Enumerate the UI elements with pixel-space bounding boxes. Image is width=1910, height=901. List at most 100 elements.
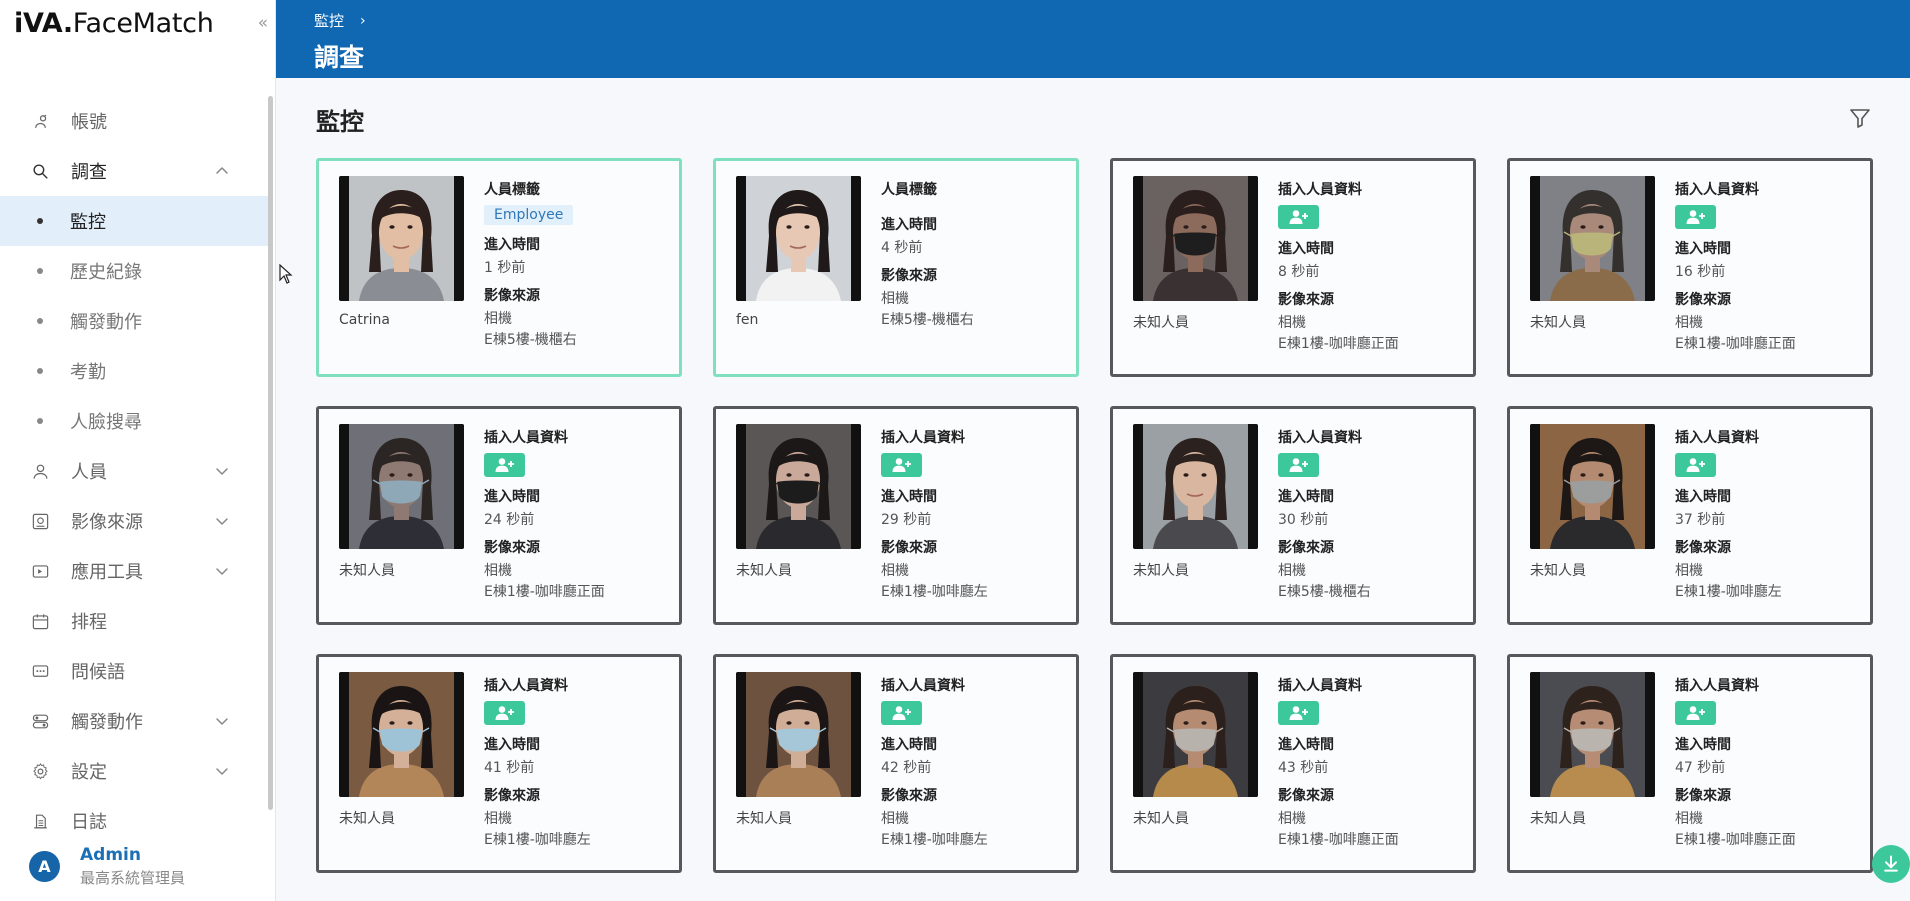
face-photo[interactable] [1133,424,1258,549]
sidebar-item-3[interactable]: 影像來源 [0,496,268,546]
monitor-card[interactable]: 未知人員 插入人員資料 進入時間 8 秒前 影像來源 相機 E棟1樓-咖啡廳正面 [1110,158,1476,377]
sidebar-subitem-1[interactable]: 歷史紀錄 [0,246,268,296]
chevron-down-icon [214,563,230,579]
sidebar-subitem-3[interactable]: 考勤 [0,346,268,396]
face-photo-image [1133,672,1258,797]
face-photo-image [339,424,464,549]
add-person-button[interactable] [881,701,922,725]
face-photo-image [1530,176,1655,301]
download-button[interactable] [1872,845,1910,883]
sidebar-item-2[interactable]: 人員 [0,446,268,496]
face-photo[interactable] [1133,672,1258,797]
sidebar-item-label: 影像來源 [71,512,143,533]
add-person-button[interactable] [1278,453,1319,477]
source-location-value: E棟1樓-咖啡廳正面 [484,584,605,600]
entry-time-value: 37 秒前 [1675,512,1726,528]
entry-time-label: 進入時間 [1675,737,1731,753]
monitor-card[interactable]: 未知人員 插入人員資料 進入時間 30 秒前 影像來源 相機 E棟5樓-機櫃右 [1110,406,1476,625]
face-photo[interactable] [736,672,861,797]
face-photo[interactable] [339,424,464,549]
sidebar-scrollbar[interactable] [268,96,273,810]
sidebar-item-5[interactable]: 排程 [0,596,268,646]
log-icon [30,811,50,831]
add-person-icon [495,458,514,472]
monitor-card[interactable]: 未知人員 插入人員資料 進入時間 42 秒前 影像來源 相機 E棟1樓-咖啡廳左 [713,654,1079,873]
add-person-icon [1686,210,1705,224]
camera-source-icon [30,511,50,531]
monitor-card[interactable]: 未知人員 插入人員資料 進入時間 41 秒前 影像來源 相機 E棟1樓-咖啡廳左 [316,654,682,873]
account-icon [30,111,50,131]
bullet-icon [37,318,43,324]
monitor-card[interactable]: 未知人員 插入人員資料 進入時間 24 秒前 影像來源 相機 E棟1樓-咖啡廳正面 [316,406,682,625]
sidebar-nav: 帳號 調查 監控 歷史紀錄 觸發動作 考勤 人臉搜尋 人員 影像來源 應用工具 排程 問候語 觸發動作設… [0,96,268,846]
add-person-button[interactable] [1675,701,1716,725]
sidebar-subitem-4[interactable]: 人臉搜尋 [0,396,268,446]
face-photo[interactable] [339,176,464,301]
video-source-label: 影像來源 [484,540,540,556]
user-profile[interactable]: A Admin 最高系統管理員 [29,845,185,888]
entry-time-value: 41 秒前 [484,760,535,776]
add-person-button[interactable] [484,453,525,477]
search-icon [30,161,50,181]
collapse-sidebar-button[interactable]: « [254,12,272,34]
sidebar-item-0[interactable]: 帳號 [0,96,268,146]
face-photo[interactable] [339,672,464,797]
page-title: 監控 [316,108,364,136]
face-photo[interactable] [1133,176,1258,301]
face-photo[interactable] [1530,176,1655,301]
entry-time-label: 進入時間 [1278,241,1334,257]
source-type-value: 相機 [881,563,909,579]
sidebar-item-label: 調查 [71,162,107,183]
breadcrumb-item[interactable]: 監控 [314,10,344,31]
chevron-up-icon [214,163,230,179]
entry-time-value: 43 秒前 [1278,760,1329,776]
sidebar-subitem-label: 考勤 [70,362,106,383]
person-name: 未知人員 [339,811,395,827]
add-person-button[interactable] [1675,453,1716,477]
sidebar-item-9[interactable]: 日誌 [0,796,268,846]
add-person-icon [495,706,514,720]
monitor-card[interactable]: 未知人員 插入人員資料 進入時間 43 秒前 影像來源 相機 E棟1樓-咖啡廳正面 [1110,654,1476,873]
insert-person-label: 插入人員資料 [1675,430,1759,446]
sidebar-subitem-0[interactable]: 監控 [0,196,268,246]
add-person-button[interactable] [1278,205,1319,229]
source-location-value: E棟5樓-機櫃右 [881,312,974,328]
monitor-card[interactable]: 未知人員 插入人員資料 進入時間 37 秒前 影像來源 相機 E棟1樓-咖啡廳左 [1507,406,1873,625]
insert-person-label: 插入人員資料 [484,678,568,694]
card-info: 人員標籤 進入時間 4 秒前 影像來源 相機 E棟5樓-機櫃右 [881,179,1071,329]
sidebar-subitem-label: 人臉搜尋 [70,412,142,433]
face-photo[interactable] [736,424,861,549]
person-name: 未知人員 [1133,563,1189,579]
sidebar-item-7[interactable]: 觸發動作 [0,696,268,746]
add-person-button[interactable] [881,453,922,477]
sidebar-item-6[interactable]: 問候語 [0,646,268,696]
filter-icon[interactable] [1848,106,1872,130]
face-photo-image [1530,424,1655,549]
face-photo-image [1530,672,1655,797]
monitor-card[interactable]: Catrina 人員標籤 Employee 進入時間 1 秒前 影像來源 相機 E棟5樓-機櫃… [316,158,682,377]
sidebar-item-4[interactable]: 應用工具 [0,546,268,596]
monitor-card[interactable]: 未知人員 插入人員資料 進入時間 47 秒前 影像來源 相機 E棟1樓-咖啡廳正面 [1507,654,1873,873]
sidebar-item-1[interactable]: 調查 [0,146,268,196]
face-photo[interactable] [1530,672,1655,797]
card-info: 插入人員資料 進入時間 43 秒前 影像來源 相機 E棟1樓-咖啡廳正面 [1278,675,1468,849]
add-person-button[interactable] [1675,205,1716,229]
card-info: 插入人員資料 進入時間 41 秒前 影像來源 相機 E棟1樓-咖啡廳左 [484,675,674,849]
add-person-icon [1686,706,1705,720]
sidebar-subitem-2[interactable]: 觸發動作 [0,296,268,346]
source-type-value: 相機 [1675,315,1703,331]
monitor-card[interactable]: 未知人員 插入人員資料 進入時間 29 秒前 影像來源 相機 E棟1樓-咖啡廳左 [713,406,1079,625]
entry-time-label: 進入時間 [484,737,540,753]
monitor-card[interactable]: 未知人員 插入人員資料 進入時間 16 秒前 影像來源 相機 E棟1樓-咖啡廳正面 [1507,158,1873,377]
trigger-icon [30,711,50,731]
face-photo[interactable] [736,176,861,301]
add-person-button[interactable] [1278,701,1319,725]
sidebar-item-8[interactable]: 設定 [0,746,268,796]
video-source-label: 影像來源 [1278,292,1334,308]
monitor-card[interactable]: fen 人員標籤 進入時間 4 秒前 影像來源 相機 E棟5樓-機櫃右 [713,158,1079,377]
face-photo-image [339,672,464,797]
face-photo[interactable] [1530,424,1655,549]
breadcrumb-separator: › [360,12,366,29]
add-person-button[interactable] [484,701,525,725]
card-info: 插入人員資料 進入時間 29 秒前 影像來源 相機 E棟1樓-咖啡廳左 [881,427,1071,601]
